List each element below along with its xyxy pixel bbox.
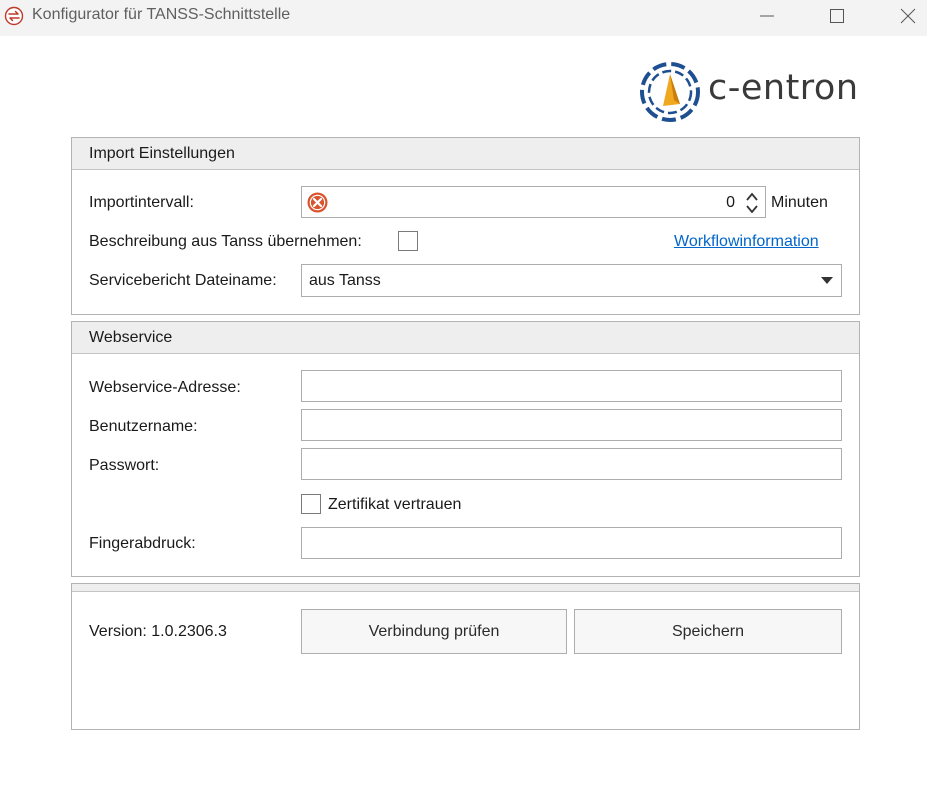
import-interval-label: Importintervall: bbox=[89, 194, 194, 211]
save-button[interactable]: Speichern bbox=[574, 609, 842, 654]
check-connection-button[interactable]: Verbindung prüfen bbox=[301, 609, 567, 654]
description-label: Beschreibung aus Tanss übernehmen: bbox=[89, 233, 362, 250]
password-label: Passwort: bbox=[89, 457, 160, 474]
webservice-header: Webservice bbox=[72, 322, 859, 354]
trust-certificate-label[interactable]: Zertifikat vertrauen bbox=[328, 496, 461, 514]
footer-group bbox=[71, 583, 860, 730]
webservice-address-input[interactable] bbox=[301, 370, 842, 402]
sync-arrows-icon bbox=[4, 6, 24, 26]
close-icon bbox=[900, 8, 916, 24]
interval-unit-label: Minuten bbox=[771, 194, 828, 211]
fingerprint-label: Fingerabdruck: bbox=[89, 535, 196, 552]
trust-certificate-checkbox[interactable] bbox=[301, 494, 321, 514]
password-input[interactable] bbox=[301, 448, 842, 480]
window-title: Konfigurator für TANSS-Schnittstelle bbox=[32, 6, 291, 23]
footer-group-header bbox=[72, 584, 859, 592]
filename-select[interactable]: aus Tanss bbox=[301, 264, 842, 297]
description-checkbox[interactable] bbox=[398, 231, 418, 251]
spin-up-icon[interactable] bbox=[745, 191, 759, 202]
import-interval-value: 0 bbox=[726, 194, 735, 211]
error-x-icon bbox=[307, 192, 328, 213]
workflow-info-link[interactable]: Workflowinformation bbox=[674, 233, 819, 251]
minimize-button[interactable] bbox=[744, 0, 790, 32]
title-bar: Konfigurator für TANSS-Schnittstelle bbox=[0, 0, 927, 36]
spin-down-icon[interactable] bbox=[745, 204, 759, 215]
chevron-down-icon bbox=[821, 277, 833, 284]
import-settings-header: Import Einstellungen bbox=[72, 138, 859, 170]
maximize-button[interactable] bbox=[814, 0, 860, 32]
logo-text: c-entron bbox=[708, 68, 859, 108]
version-label: Version: 1.0.2306.3 bbox=[89, 623, 227, 640]
close-button[interactable] bbox=[885, 0, 927, 32]
username-input[interactable] bbox=[301, 409, 842, 441]
filename-label: Servicebericht Dateiname: bbox=[89, 272, 277, 289]
filename-selected-value: aus Tanss bbox=[309, 272, 381, 289]
import-interval-spinbox[interactable]: 0 bbox=[301, 186, 766, 218]
webservice-address-label: Webservice-Adresse: bbox=[89, 379, 241, 396]
fingerprint-input[interactable] bbox=[301, 527, 842, 559]
minimize-icon bbox=[760, 15, 774, 17]
username-label: Benutzername: bbox=[89, 418, 198, 435]
maximize-icon bbox=[830, 9, 844, 23]
